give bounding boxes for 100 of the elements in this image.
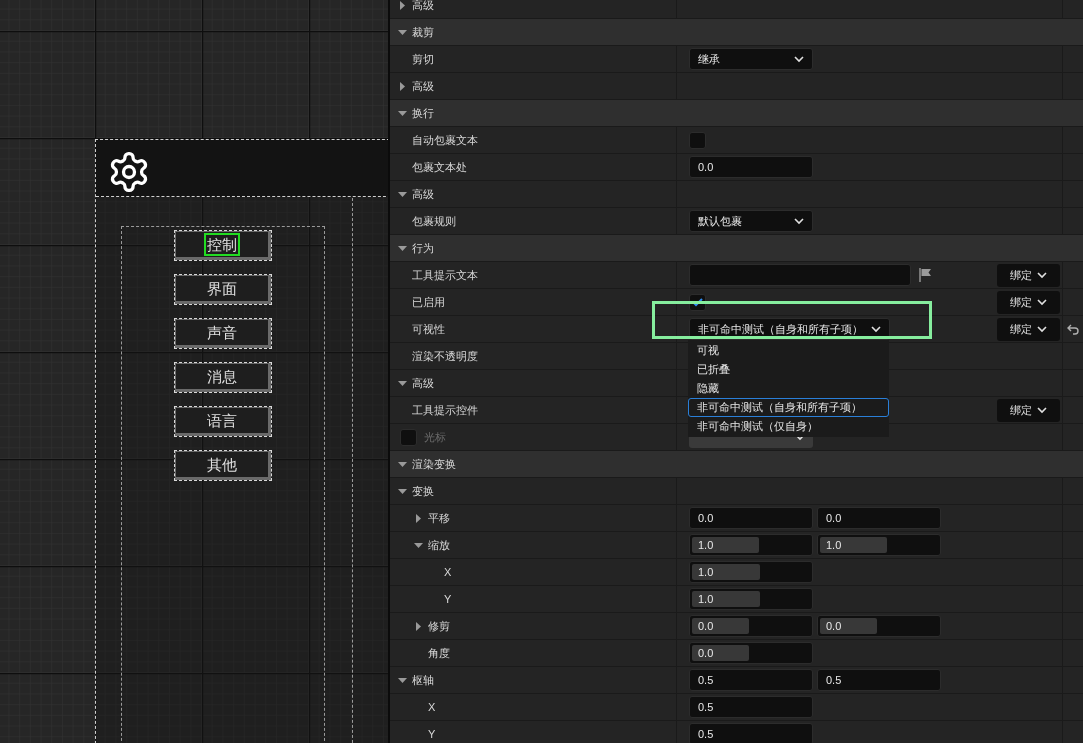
menu-button[interactable]: 消息 [175,363,271,392]
bind-button[interactable]: 绑定 [997,317,1060,341]
expanded-arrow-icon[interactable] [398,675,407,685]
property-label: 光标 [424,429,446,445]
property-label: 变换 [412,483,434,499]
dropdown-value: 继承 [698,51,720,67]
selection-outline: 语言 [206,411,238,431]
chevron-down-icon [1037,298,1047,306]
expanded-arrow-icon[interactable] [398,108,407,118]
selection-outline: 声音 [206,323,238,343]
menu-item[interactable]: 非可命中测试（自身和所有子项） [688,398,889,417]
property-label: 自动包裹文本 [412,132,478,148]
property-label: 枢轴 [412,672,434,688]
chevron-down-icon [871,325,881,333]
number-field[interactable]: 0.5 [689,723,813,743]
selection-outline: 其他 [206,455,238,475]
category-title: 裁剪 [412,24,434,40]
property-label: 包裹规则 [412,213,456,229]
expanded-arrow-icon[interactable] [398,189,407,199]
expanded-arrow-icon[interactable] [398,459,407,469]
flag-icon[interactable] [919,268,932,282]
slider-value: 0.0 [697,618,715,634]
expanded-arrow-icon[interactable] [414,540,423,550]
menu-item[interactable]: 非可命中测试（仅自身） [688,417,889,436]
selection-outline: 控制 [204,233,240,256]
chevron-down-icon [794,55,804,63]
property-label: 高级 [412,375,434,391]
collapsed-arrow-icon[interactable] [414,621,423,631]
menu-button[interactable]: 语言 [175,407,271,436]
property-label: 平移 [428,510,450,526]
reset-arrow-icon[interactable] [1067,323,1079,335]
chevron-down-icon [1037,271,1047,279]
expanded-arrow-icon[interactable] [398,378,407,388]
property-label: 剪切 [412,51,434,67]
property-label: 高级 [412,0,434,13]
slider-field[interactable]: 1.0 [689,588,813,610]
text-field[interactable] [689,264,911,286]
property-label: 工具提示文本 [412,267,478,283]
menu-item[interactable]: 可视 [688,341,889,360]
property-label: X [444,564,452,580]
bind-button[interactable]: 绑定 [997,263,1060,287]
expanded-arrow-icon[interactable] [398,27,407,37]
property-label: 角度 [428,645,450,661]
chevron-down-icon [1037,325,1047,333]
slider-value: 1.0 [697,537,715,553]
number-field[interactable]: 0.5 [817,669,941,691]
expanded-arrow-icon[interactable] [398,243,407,253]
dropdown[interactable]: 继承 [689,48,813,70]
number-field[interactable]: 0.5 [689,696,813,718]
checkbox[interactable] [689,131,706,149]
selection-outline: 消息 [206,367,238,387]
property-label: 缩放 [428,537,450,553]
property-label: 修剪 [428,618,450,634]
bind-button[interactable]: 绑定 [997,290,1060,314]
menu-button[interactable]: 声音 [175,319,271,348]
slider-field[interactable]: 0.0 [689,642,813,664]
chevron-down-icon [794,217,804,225]
bind-button[interactable]: 绑定 [997,398,1060,422]
menu-button[interactable]: 控制 [175,231,271,260]
expanded-arrow-icon[interactable] [398,486,407,496]
dropdown[interactable]: 默认包裹 [689,210,813,232]
property-label: Y [428,726,436,742]
chevron-down-icon [1037,406,1047,414]
dropdown-value: 默认包裹 [698,213,742,229]
property-label: 高级 [412,186,434,202]
property-label: Y [444,591,452,607]
slider-value: 1.0 [825,537,843,553]
menu-button[interactable]: 其他 [175,451,271,480]
slider-field[interactable]: 1.0 [689,534,813,556]
property-label: 已启用 [412,294,445,310]
number-field[interactable]: 0.0 [817,507,941,529]
category-title: 渲染变换 [412,456,456,472]
number-field[interactable]: 0.5 [689,669,813,691]
property-label: 高级 [412,78,434,94]
menu-button[interactable]: 界面 [175,275,271,304]
property-label: 渲染不透明度 [412,348,478,364]
property-label: X [428,699,436,715]
slider-value: 1.0 [697,564,715,580]
collapsed-arrow-icon[interactable] [398,81,407,91]
slider-field[interactable]: 1.0 [817,534,941,556]
category-title: 换行 [412,105,434,121]
selection-outline: 界面 [206,279,238,299]
collapsed-arrow-icon[interactable] [398,0,407,10]
slider-value: 0.0 [825,618,843,634]
slider-field[interactable]: 0.0 [689,615,813,637]
property-label: 包裹文本处 [412,159,467,175]
menu-item[interactable]: 隐藏 [688,379,889,398]
slider-field[interactable]: 0.0 [817,615,941,637]
slider-value: 0.0 [697,645,715,661]
number-field[interactable]: 0.0 [689,156,813,178]
menu-item[interactable]: 已折叠 [688,360,889,379]
collapsed-arrow-icon[interactable] [414,513,423,523]
slider-field[interactable]: 1.0 [689,561,813,583]
slider-value: 1.0 [697,591,715,607]
property-label: 可视性 [412,321,445,337]
property-label: 工具提示控件 [412,402,478,418]
number-field[interactable]: 0.0 [689,507,813,529]
category-title: 行为 [412,240,434,256]
dropdown-value: 非可命中测试（自身和所有子项） [698,321,863,337]
check-icon [692,297,703,307]
